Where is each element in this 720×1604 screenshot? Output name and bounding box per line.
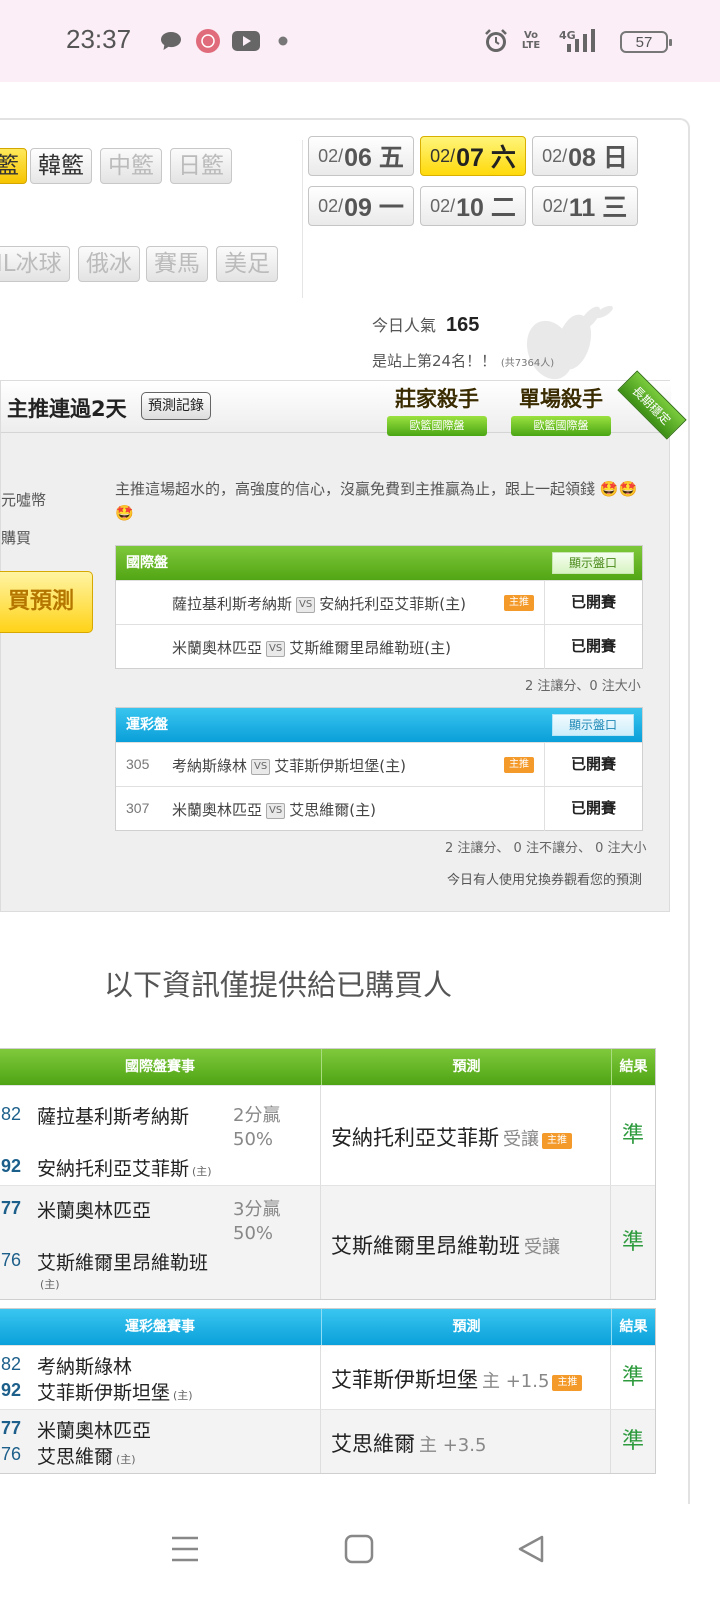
sport-tab-chinese-basketball[interactable]: 中籃 bbox=[100, 148, 162, 184]
table-row: 82 薩拉基利斯考納斯 92 安納托利亞艾菲斯 (主) 2分贏 50% 安納托利亞… bbox=[0, 1085, 655, 1185]
results-intl-header: 國際盤賽事 預測 結果 bbox=[0, 1049, 655, 1085]
table-row: 77 米蘭奧林匹亞 76 艾思維爾 (主) 艾思維爾主 +3.5 準 bbox=[0, 1409, 655, 1473]
youtube-icon bbox=[232, 27, 260, 55]
results-lottery-table: 運彩盤賽事 預測 結果 82 考納斯綠林 92 艾菲斯伊斯坦堡 (主) 艾菲斯伊斯… bbox=[0, 1308, 656, 1474]
date-0207-selected[interactable]: 02/07 六 bbox=[420, 136, 526, 176]
battery-icon: 57 bbox=[620, 31, 672, 53]
sport-tab-horse-racing[interactable]: 賽馬 bbox=[146, 246, 208, 282]
results-lottery-header: 運彩盤賽事 預測 結果 bbox=[0, 1309, 655, 1345]
menu-icon[interactable] bbox=[170, 1534, 200, 1564]
intl-summary: 2 注讓分、0 注大小 bbox=[525, 679, 641, 694]
status-time: 23:37 bbox=[66, 24, 132, 54]
sport-tab-korean-basketball[interactable]: 韓籃 bbox=[30, 148, 92, 184]
lottery-summary: 2 注讓分、 0 注不讓分、 0 注大小 bbox=[445, 841, 647, 856]
popularity-rank: 是站上第24名！！ (共7364人) bbox=[372, 352, 555, 370]
app-icon bbox=[194, 27, 222, 55]
date-0208[interactable]: 02/08 日 bbox=[532, 136, 638, 176]
international-table-header: 國際盤 顯示盤口 bbox=[116, 546, 642, 580]
result-correct: 準 bbox=[621, 1365, 644, 1390]
svg-text:4G: 4G bbox=[559, 29, 576, 42]
purchase-label: 購買 bbox=[1, 529, 32, 547]
dot-icon bbox=[276, 27, 290, 55]
buy-prediction-button[interactable]: 買預測 bbox=[0, 571, 93, 633]
table-row: 305 考納斯綠林 VS 艾菲斯伊斯坦堡(主) 主推 已開賽 bbox=[116, 742, 642, 787]
table-row: 82 考納斯綠林 92 艾菲斯伊斯坦堡 (主) 艾菲斯伊斯坦堡主 +1.5 主推 準 bbox=[0, 1345, 655, 1409]
vs-icon: VS bbox=[266, 803, 286, 819]
sport-tab-selected[interactable]: 籃 bbox=[0, 148, 27, 184]
main-pick-badge: 主推 bbox=[504, 595, 534, 611]
buyers-only-title: 以下資訊僅提供給已購買人 bbox=[104, 968, 453, 1002]
prediction-description: 主推這場超水的，高強度的信心，沒贏免費到主推贏為止，跟上一起領錢 🤩🤩🤩 bbox=[115, 480, 638, 522]
match-status: 已開賽 bbox=[544, 743, 642, 787]
long-term-stable-ribbon: 長期穩定 bbox=[617, 370, 687, 440]
match-status: 已開賽 bbox=[544, 581, 642, 625]
popularity-today: 今日人氣 165 bbox=[372, 314, 480, 336]
sport-tab-japanese-basketball[interactable]: 日籃 bbox=[170, 148, 232, 184]
table-row: 米蘭奧林匹亞 VS 艾斯維爾里昂維勒班(主) 已開賽 bbox=[116, 624, 642, 669]
date-0211[interactable]: 02/11 三 bbox=[532, 186, 638, 226]
result-correct: 準 bbox=[621, 1123, 644, 1148]
main-pick-badge: 主推 bbox=[542, 1133, 572, 1149]
android-nav-bar bbox=[0, 1504, 720, 1604]
result-correct: 準 bbox=[621, 1230, 644, 1255]
table-row: 307 米蘭奧林匹亞 VS 艾思維爾(主) 已開賽 bbox=[116, 786, 642, 831]
prediction-record-button[interactable]: 預測記錄 bbox=[141, 392, 211, 420]
main-pick-badge: 主推 bbox=[552, 1375, 583, 1391]
lottery-table-header: 運彩盤 顯示盤口 bbox=[116, 708, 642, 742]
tabs-divider bbox=[302, 140, 303, 298]
prediction-panel: 主推連過2天 預測記錄 莊家殺手 歐籃國際盤 單場殺手 歐籃國際盤 長期穩定 元… bbox=[0, 370, 687, 912]
vs-icon: VS bbox=[266, 641, 286, 657]
status-bar: 23:37 Vo LTE 4G 57 bbox=[0, 0, 720, 82]
voucher-note: 今日有人使用兌換券觀看您的預測 bbox=[447, 873, 643, 888]
panel-title-bar: 主推連過2天 預測記錄 莊家殺手 歐籃國際盤 單場殺手 歐籃國際盤 長期穩定 bbox=[1, 370, 687, 440]
table-row: 77 米蘭奧林匹亞 76 艾斯維爾里昂維勒班 (主) 3分贏 50% 艾斯維爾里… bbox=[0, 1185, 655, 1299]
sport-tab-american-football[interactable]: 美足 bbox=[216, 246, 278, 282]
vs-icon: VS bbox=[251, 759, 271, 775]
signal-icon: 4G bbox=[556, 27, 602, 55]
date-0209[interactable]: 02/09 一 bbox=[308, 186, 414, 226]
vs-icon: VS bbox=[296, 597, 316, 613]
flower-decoration-icon bbox=[526, 305, 613, 380]
chat-icon bbox=[158, 27, 184, 55]
lottery-odds-table: 運彩盤 顯示盤口 305 考納斯綠林 VS 艾菲斯伊斯坦堡(主) 主推 已開賽 30… bbox=[115, 707, 643, 831]
main-pick-badge: 主推 bbox=[504, 757, 534, 773]
match-status: 已開賽 bbox=[544, 625, 642, 669]
alarm-icon bbox=[482, 27, 510, 55]
show-odds-button-intl[interactable]: 顯示盤口 bbox=[552, 552, 634, 574]
result-correct: 準 bbox=[621, 1429, 644, 1454]
prediction-page: 籃 韓籃 中籃 日籃 IL冰球 俄冰 賽馬 美足 02/06 五 02/07 六… bbox=[0, 118, 690, 1504]
home-icon[interactable] bbox=[344, 1534, 374, 1564]
show-odds-button-lottery[interactable]: 顯示盤口 bbox=[552, 714, 634, 736]
sport-tab-nhl-hockey[interactable]: IL冰球 bbox=[0, 246, 70, 282]
badge-single-game-killer: 單場殺手 歐籃國際盤 bbox=[505, 383, 617, 443]
panel-title: 主推連過2天 bbox=[7, 397, 127, 421]
match-status: 已開賽 bbox=[544, 787, 642, 831]
international-odds-table: 國際盤 顯示盤口 薩拉基利斯考納斯 VS 安納托利亞艾菲斯(主) 主推 已開賽 米蘭… bbox=[115, 545, 643, 669]
date-0206[interactable]: 02/06 五 bbox=[308, 136, 414, 176]
back-icon[interactable] bbox=[516, 1534, 546, 1564]
date-0210[interactable]: 02/10 二 bbox=[420, 186, 526, 226]
sport-tab-russian-hockey[interactable]: 俄冰 bbox=[78, 246, 140, 282]
badge-bookmaker-killer: 莊家殺手 歐籃國際盤 bbox=[381, 383, 493, 443]
coin-label: 元噓幣 bbox=[1, 491, 47, 509]
table-row: 薩拉基利斯考納斯 VS 安納托利亞艾菲斯(主) 主推 已開賽 bbox=[116, 580, 642, 625]
results-international-table: 國際盤賽事 預測 結果 82 薩拉基利斯考納斯 92 安納托利亞艾菲斯 (主) 2… bbox=[0, 1048, 656, 1300]
volte-icon: Vo LTE bbox=[521, 30, 541, 51]
